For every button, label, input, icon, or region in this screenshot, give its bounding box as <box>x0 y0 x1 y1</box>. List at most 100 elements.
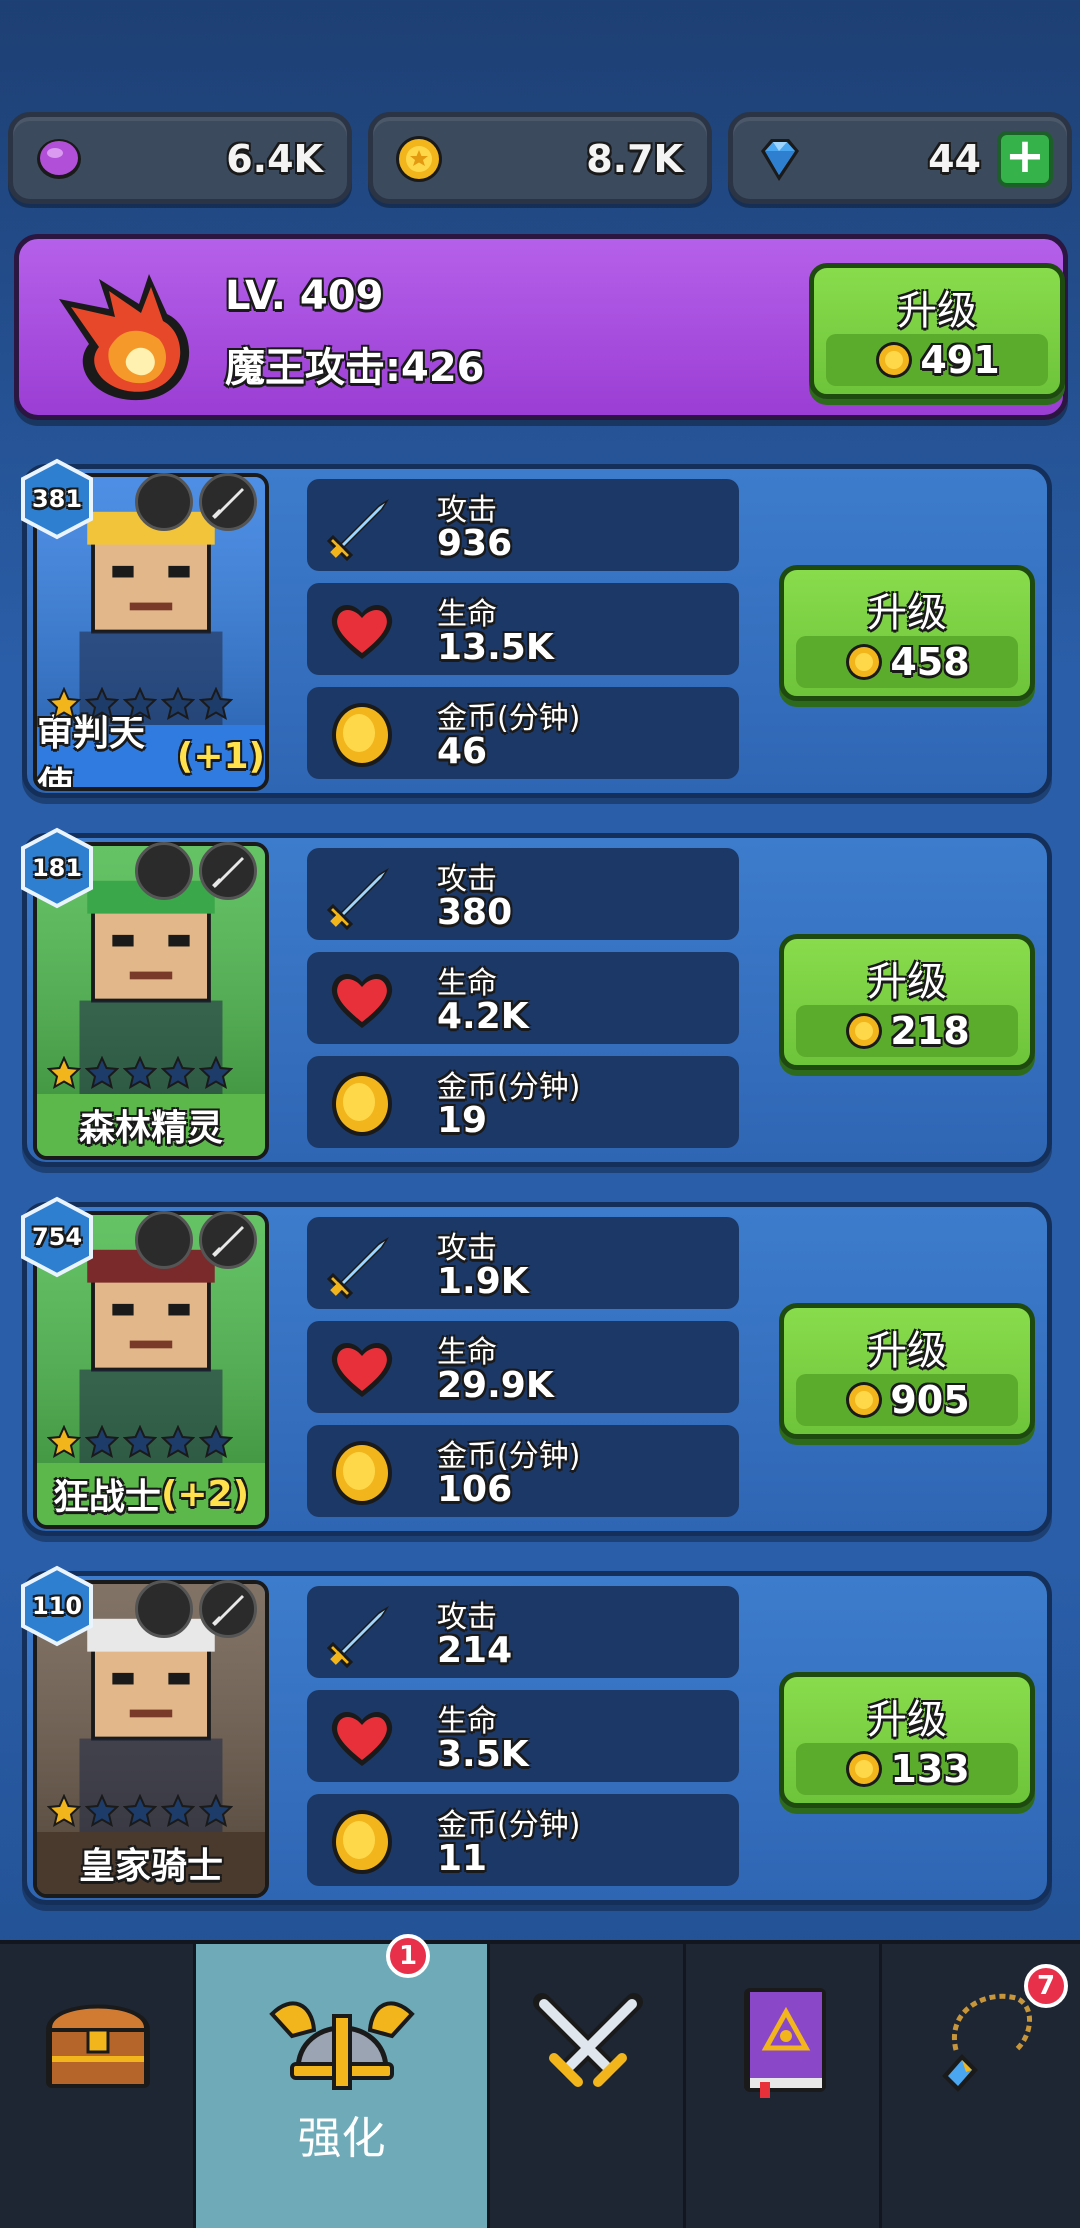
gold-coin-icon <box>332 1441 392 1505</box>
hero-stars <box>47 687 233 721</box>
star-filled-icon <box>47 1794 81 1828</box>
notification-badge: 1 <box>386 1934 430 1978</box>
diamond-counter: 44 + <box>728 112 1072 204</box>
hero-stars <box>47 1794 233 1828</box>
hero-stars <box>47 1056 233 1090</box>
winged-helmet-icon <box>269 2001 415 2090</box>
hero-class-icon <box>135 473 193 531</box>
hero-upgrade-button[interactable]: 升级 133 <box>779 1672 1035 1808</box>
upgrade-label: 升级 <box>897 288 977 334</box>
crossed-swords-icon <box>533 1993 643 2087</box>
upgrade-cost-value: 218 <box>890 1009 970 1053</box>
add-diamond-button[interactable]: + <box>997 131 1053 187</box>
sword-icon <box>326 1237 389 1300</box>
upgrade-cost: 218 <box>796 1005 1018 1057</box>
hero-name: 森林精灵 <box>78 1108 223 1149</box>
demon-king-upgrade-button[interactable]: 升级 491 <box>809 263 1065 399</box>
heart-icon <box>331 1711 393 1766</box>
attack-stat: 攻击 936 <box>307 479 739 571</box>
purple-gem-counter: 6.4K <box>8 112 352 204</box>
gold-coin-icon <box>396 136 442 182</box>
star-empty-icon <box>85 1056 119 1090</box>
hero-bonus: (+2) <box>160 1473 250 1515</box>
demon-king-level: LV. 409 <box>225 273 384 319</box>
star-filled-icon <box>47 1056 81 1090</box>
star-empty-icon <box>161 1794 195 1828</box>
upgrade-label: 升级 <box>867 590 947 636</box>
star-empty-icon <box>85 1425 119 1459</box>
gold-counter: 8.7K <box>368 112 712 204</box>
fireball-icon <box>59 274 190 401</box>
attack-value: 380 <box>437 892 513 933</box>
star-empty-icon <box>123 1425 157 1459</box>
hero-level: 754 <box>31 1223 83 1251</box>
star-empty-icon <box>123 1056 157 1090</box>
tab-battle[interactable] <box>490 1944 686 2228</box>
hero-upgrade-button[interactable]: 升级 218 <box>779 934 1035 1070</box>
upgrade-cost: 133 <box>796 1743 1018 1795</box>
hero-stars <box>47 1425 233 1459</box>
gold-rate-stat: 金币(分钟) 46 <box>307 687 739 779</box>
hero-upgrade-button[interactable]: 升级 458 <box>779 565 1035 701</box>
upgrade-label: 升级 <box>867 1697 947 1743</box>
star-empty-icon <box>85 687 119 721</box>
hero-upgrade-button[interactable]: 升级 905 <box>779 1303 1035 1439</box>
gold-coin-icon <box>332 703 392 767</box>
upgrade-label: 升级 <box>867 1328 947 1374</box>
life-value: 4.2K <box>437 996 529 1037</box>
life-value: 13.5K <box>437 627 554 668</box>
tab-spellbook[interactable] <box>686 1944 882 2228</box>
hero-name: 狂战士 <box>52 1477 161 1518</box>
star-empty-icon <box>199 1794 233 1828</box>
attack-value: 936 <box>437 523 513 564</box>
star-empty-icon <box>161 687 195 721</box>
tab-chest[interactable] <box>0 1944 196 2228</box>
purple-gem-icon <box>37 139 81 179</box>
upgrade-cost-value: 133 <box>890 1747 970 1791</box>
star-empty-icon <box>199 687 233 721</box>
hero-row: 森林精灵 181 攻击 380 生命 4.2K 金币(分钟) 19 升级 218 <box>21 827 1052 1167</box>
gold-coin-icon <box>332 1810 392 1874</box>
life-stat: 生命 3.5K <box>307 1690 739 1782</box>
life-stat: 生命 29.9K <box>307 1321 739 1413</box>
star-empty-icon <box>123 687 157 721</box>
attack-stat: 攻击 1.9K <box>307 1217 739 1309</box>
hero-name-bar: 森林精灵 <box>37 1094 265 1156</box>
tab-upgrade[interactable]: 强化 1 <box>196 1934 490 2228</box>
hero-level: 381 <box>31 485 83 513</box>
upgrade-label: 升级 <box>867 959 947 1005</box>
gold-rate-value: 11 <box>437 1838 488 1879</box>
hero-bonus: (+1) <box>176 735 265 777</box>
hero-name: 皇家骑士 <box>78 1846 223 1887</box>
heart-icon <box>331 973 393 1028</box>
gold-rate-stat: 金币(分钟) 106 <box>307 1425 739 1517</box>
diamond-value: 44 <box>928 137 981 181</box>
treasure-chest-icon <box>46 2004 150 2088</box>
upgrade-cost-value: 905 <box>890 1378 970 1422</box>
hero-level-badge: 110 <box>17 1564 97 1648</box>
weapon-type-icon <box>199 1580 257 1638</box>
hero-name-bar: 审判天使 (+1) <box>37 713 265 787</box>
upgrade-cost: 491 <box>826 334 1048 386</box>
gold-rate-stat: 金币(分钟) 19 <box>307 1056 739 1148</box>
hero-level: 110 <box>31 1592 83 1620</box>
hero-name-bar: 皇家骑士 <box>37 1832 265 1894</box>
gold-coin-icon <box>846 1751 883 1787</box>
weapon-type-icon <box>199 473 257 531</box>
hero-row: 审判天使 (+1) 381 攻击 936 生命 13.5K 金币(分钟) 46 … <box>21 458 1052 798</box>
life-stat: 生命 4.2K <box>307 952 739 1044</box>
star-empty-icon <box>161 1056 195 1090</box>
gold-coin-icon <box>846 644 883 680</box>
gold-rate-stat: 金币(分钟) 11 <box>307 1794 739 1886</box>
weapon-type-icon <box>199 842 257 900</box>
hero-row: 狂战士 (+2) 754 攻击 1.9K 生命 29.9K 金币(分钟) 106… <box>21 1196 1052 1536</box>
gold-rate-value: 106 <box>437 1469 513 1510</box>
tab-amulet[interactable]: 7 <box>882 1944 1080 2228</box>
spellbook-icon <box>744 1988 826 2098</box>
hero-level-badge: 181 <box>17 826 97 910</box>
life-value: 29.9K <box>437 1365 554 1406</box>
attack-stat: 攻击 214 <box>307 1586 739 1678</box>
star-empty-icon <box>199 1425 233 1459</box>
gold-coin-icon <box>846 1382 883 1418</box>
sword-icon <box>326 1606 389 1669</box>
